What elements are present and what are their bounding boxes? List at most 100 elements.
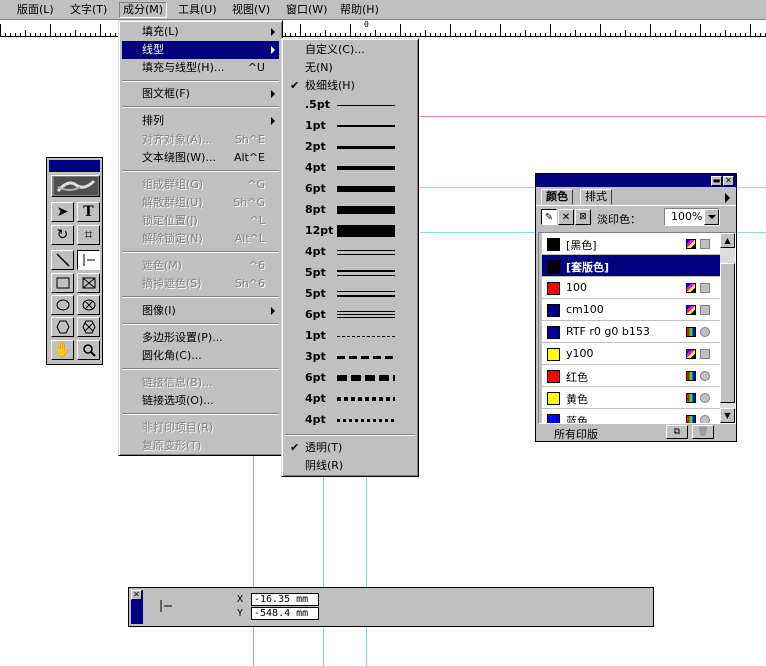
line-option-dash-1pt[interactable]: 1pt	[285, 327, 415, 345]
line-option-dash-6pt[interactable]: 6pt	[285, 369, 415, 387]
line-option-6pt[interactable]: 6pt	[285, 180, 415, 198]
menu-item-shortcut: ^G	[247, 178, 265, 191]
close-button[interactable]: ✕	[131, 590, 142, 600]
menu-item-arrange[interactable]: 排列	[122, 112, 279, 130]
menu-window[interactable]: 窗口(W)	[283, 2, 330, 18]
rectangle-tool[interactable]	[51, 273, 74, 293]
line-option-12pt[interactable]: 12pt	[285, 222, 415, 240]
line-option-4pt[interactable]: 4pt	[285, 159, 415, 177]
line-option-transparent[interactable]: ✔ 透明(T)	[285, 439, 415, 457]
crop-tool[interactable]: ⌗	[77, 225, 100, 245]
dropdown-button[interactable]	[704, 209, 719, 225]
hand-tool[interactable]: ✋	[51, 340, 74, 360]
line-option-dash-3pt[interactable]: 3pt	[285, 348, 415, 366]
menu-item-line[interactable]: 线型	[122, 41, 279, 59]
line-option-8pt[interactable]: 8pt	[285, 201, 415, 219]
menu-item-polygon-settings[interactable]: 多边形设置(P)...	[122, 329, 279, 347]
polygon-frame-tool[interactable]	[77, 317, 100, 337]
ellipse-tool[interactable]	[51, 295, 74, 315]
menu-item-reset-transform[interactable]: 复原变形(T)	[122, 437, 279, 455]
line-option-1pt[interactable]: 1pt	[285, 117, 415, 135]
y-coordinate-field[interactable]: -548.4 mm	[251, 607, 319, 620]
rectangle-frame-tool[interactable]	[77, 273, 100, 293]
scroll-up-button[interactable]: ▲	[720, 233, 735, 248]
spot-mode-icon	[700, 415, 710, 423]
line-option-0-5pt[interactable]: .5pt	[285, 96, 415, 114]
menu-item-unlock[interactable]: 解除锁定(N) Alt^L	[122, 230, 279, 248]
ruler-tick	[650, 24, 651, 36]
minimize-button[interactable]: ▬	[711, 176, 722, 186]
delete-color-button[interactable]: 🗑	[692, 425, 714, 439]
line-tool[interactable]	[51, 250, 74, 270]
swatch-color	[547, 348, 560, 361]
swatch-row-cm100[interactable]: cm100	[542, 299, 722, 321]
stroke-mode-button[interactable]: ✎	[541, 209, 557, 225]
menu-view[interactable]: 视图(V)	[229, 2, 273, 18]
palette-title-bar[interactable]: ✕	[131, 590, 143, 624]
logo-button[interactable]	[51, 175, 100, 197]
pointer-tool[interactable]: ➤	[51, 202, 74, 222]
menu-item-frame[interactable]: 图文框(F)	[122, 85, 279, 103]
ruler-tick	[590, 33, 591, 36]
line-option-dot-4pt[interactable]: 4pt	[285, 390, 415, 408]
scroll-down-button[interactable]: ▼	[720, 408, 735, 423]
tab-styles[interactable]: 排式	[580, 189, 612, 205]
menu-item-text-wrap[interactable]: 文本绕图(W)... Alt^E	[122, 149, 279, 167]
swatch-row-y100[interactable]: y100	[542, 343, 722, 365]
close-button[interactable]: ✕	[723, 176, 734, 186]
line-option-none[interactable]: 无(N)	[285, 59, 415, 77]
text-tool[interactable]: T	[77, 202, 100, 222]
perpendicular-line-tool[interactable]	[77, 250, 100, 270]
menu-item-align-objects[interactable]: 对齐对象(A)... Sh^E	[122, 131, 279, 149]
menu-item-lock[interactable]: 锁定位置(J) ^L	[122, 212, 279, 230]
swatch-row-black[interactable]: [黑色]	[542, 233, 722, 255]
menu-item-link-options[interactable]: 链接选项(O)...	[122, 392, 279, 410]
line-option-2pt[interactable]: 2pt	[285, 138, 415, 156]
menu-item-rounded-corners[interactable]: 圆化角(C)...	[122, 347, 279, 365]
frame-mode-button[interactable]: ⊠	[575, 209, 591, 225]
menu-item-fill-and-line[interactable]: 填充与线型(H)... ^U	[122, 59, 279, 77]
menu-item-fill[interactable]: 填充(L)	[122, 23, 279, 41]
menu-help[interactable]: 帮助(H)	[337, 2, 382, 18]
line-option-shade[interactable]: 阴线(R)	[285, 457, 415, 475]
scroll-thumb[interactable]	[720, 263, 735, 403]
swatch-row-rtf[interactable]: RTF r0 g0 b153	[542, 321, 722, 343]
menu-item-remove-mask[interactable]: 摘掉遮色(S) Sh^6	[122, 275, 279, 293]
rotate-tool[interactable]: ↻	[51, 225, 74, 245]
vertical-scrollbar[interactable]: ▲ ▼	[720, 233, 735, 423]
menu-item-ungroup[interactable]: 解散群组(U) Sh^G	[122, 194, 279, 212]
menu-item-link-info[interactable]: 链接信息(B)...	[122, 374, 279, 392]
swatch-row-red[interactable]: 红色	[542, 365, 722, 387]
line-option-triple-6pt[interactable]: 6pt	[285, 306, 415, 324]
menu-item-group[interactable]: 组成群组(G) ^G	[122, 176, 279, 194]
panel-title-bar[interactable]: ▬ ✕	[536, 174, 736, 187]
fill-mode-button[interactable]: ✕	[558, 209, 574, 225]
menu-utilities[interactable]: 工具(U)	[175, 2, 220, 18]
line-option-double-4pt[interactable]: 4pt	[285, 243, 415, 261]
line-option-custom[interactable]: 自定义(C)...	[285, 41, 415, 59]
x-coordinate-field[interactable]: -16.35 mm	[251, 593, 319, 606]
menu-item-mask[interactable]: 遮色(M) ^6	[122, 257, 279, 275]
swatch-row-blue[interactable]: 蓝色	[542, 409, 722, 423]
menu-object[interactable]: 成分(M)	[119, 2, 168, 18]
panel-menu-arrow-icon[interactable]	[725, 193, 730, 203]
menu-layout[interactable]: 版面(L)	[14, 2, 57, 18]
menu-item-non-printing[interactable]: 非打印项目(R)	[122, 419, 279, 437]
swatch-row-100[interactable]: 100	[542, 277, 722, 299]
line-option-double-5pt[interactable]: 5pt	[285, 264, 415, 282]
menu-item-image[interactable]: 图像(I)	[122, 302, 279, 320]
menu-type[interactable]: 文字(T)	[67, 2, 110, 18]
guide-vertical	[323, 477, 324, 666]
polygon-tool[interactable]	[51, 317, 74, 337]
swatch-row-yellow[interactable]: 黄色	[542, 387, 722, 409]
zoom-tool[interactable]	[77, 340, 100, 360]
tint-select[interactable]: 100%	[664, 208, 720, 226]
line-option-dot-4pt-b[interactable]: 4pt	[285, 411, 415, 429]
swatch-row-registration[interactable]: [套版色]	[542, 255, 722, 277]
line-option-double-5pt-b[interactable]: 5pt	[285, 285, 415, 303]
line-option-hairline[interactable]: ✔ 极细线(H)	[285, 77, 415, 95]
new-color-button[interactable]: ⧉	[666, 425, 688, 439]
tab-colors[interactable]: 颜色	[541, 189, 573, 205]
palette-title-bar[interactable]	[49, 160, 100, 172]
ellipse-frame-tool[interactable]	[77, 295, 100, 315]
